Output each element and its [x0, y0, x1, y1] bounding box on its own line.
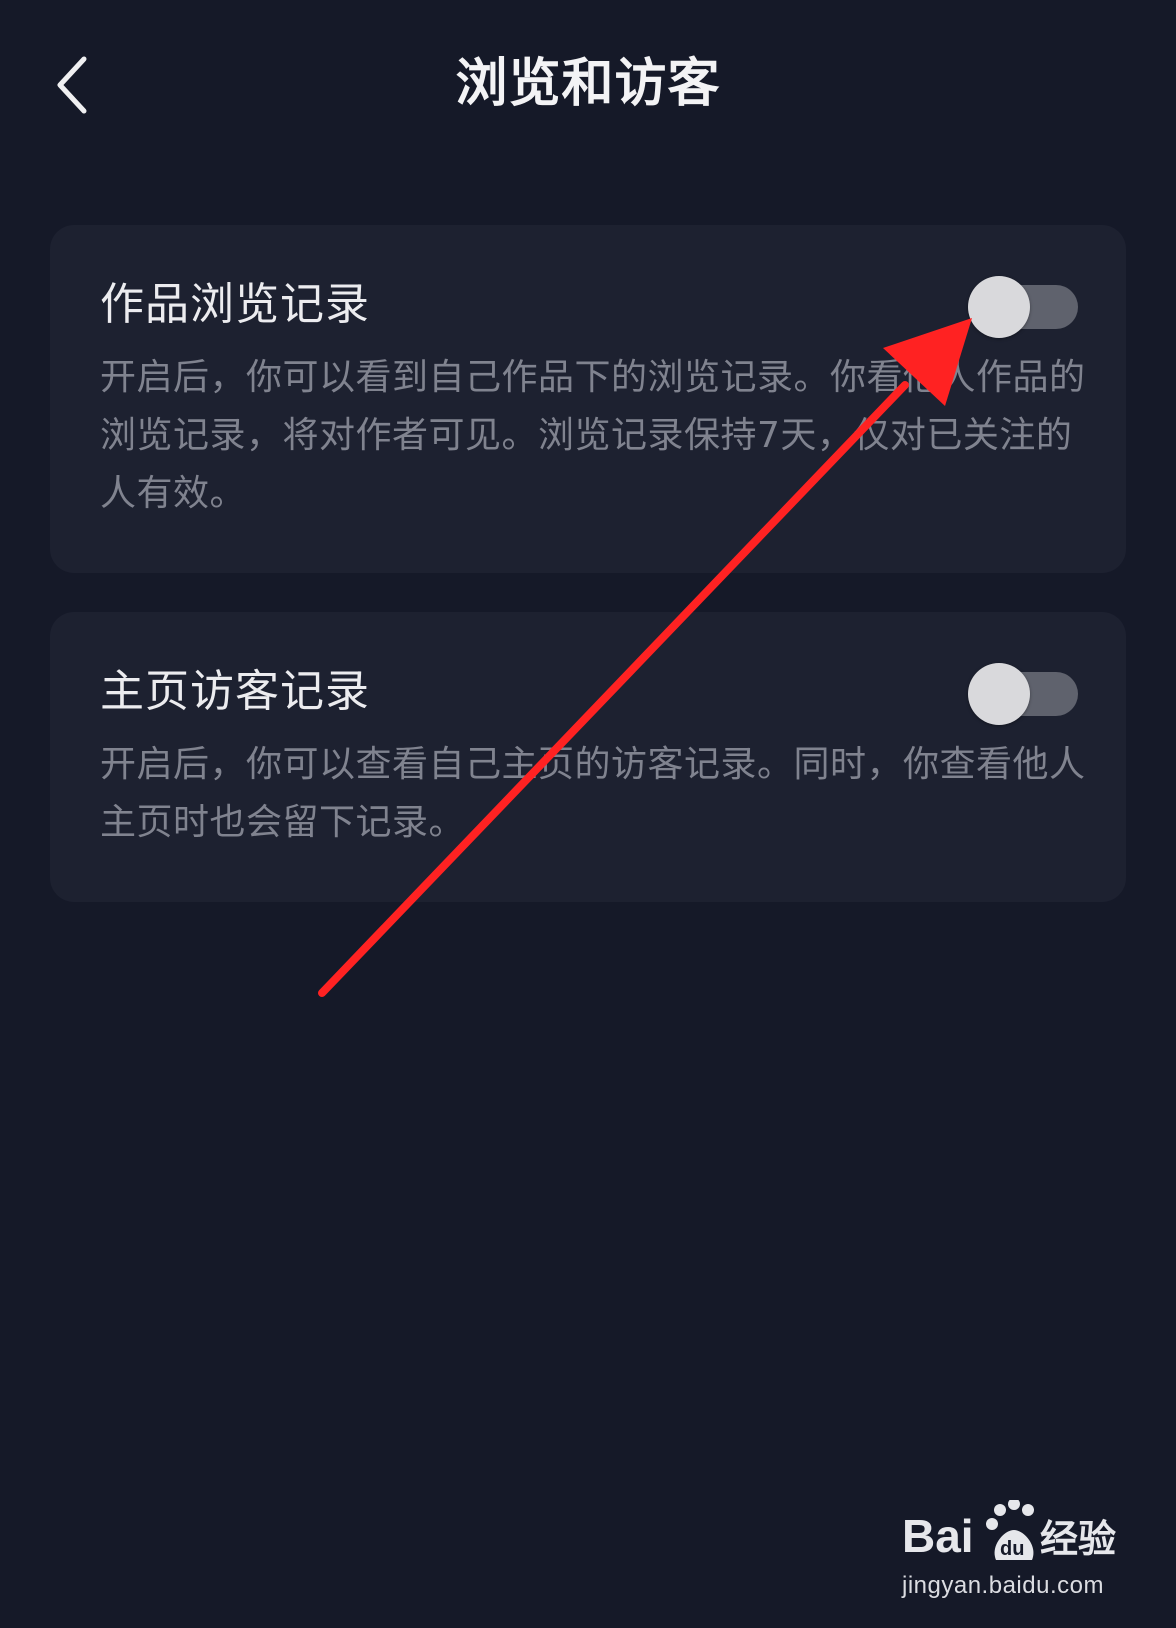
setting-card-work-view-history: 作品浏览记录 开启后，你可以看到自己作品下的浏览记录。你看他人作品的浏览记录，将…: [50, 225, 1126, 573]
baidu-jingyan-watermark: Bai du 经验 jingyan.baidu.com: [900, 1500, 1140, 1610]
setting-description: 开启后，你可以看到自己作品下的浏览记录。你看他人作品的浏览记录，将对作者可见。浏…: [100, 357, 1086, 514]
svg-text:经验: 经验: [1040, 1517, 1116, 1561]
setting-card-profile-visitor-history: 主页访客记录 开启后，你可以查看自己主页的访客记录。同时，你查看他人主页时也会留…: [50, 612, 1126, 902]
work-view-history-toggle[interactable]: [968, 275, 1078, 339]
toggle-knob: [968, 663, 1030, 725]
svg-text:du: du: [1000, 1538, 1024, 1560]
header: 浏览和访客: [0, 0, 1176, 170]
toggle-knob: [968, 276, 1030, 338]
baidu-logo-icon: Bai du 经验: [902, 1500, 1116, 1562]
svg-text:Bai: Bai: [902, 1510, 974, 1562]
watermark-url: jingyan.baidu.com: [902, 1572, 1104, 1599]
setting-description: 开启后，你可以查看自己主页的访客记录。同时，你查看他人主页时也会留下记录。: [100, 744, 1086, 843]
profile-visitor-history-toggle[interactable]: [968, 662, 1078, 726]
setting-title: 作品浏览记录: [100, 279, 370, 330]
page-title: 浏览和访客: [455, 54, 721, 114]
setting-title: 主页访客记录: [100, 666, 370, 717]
